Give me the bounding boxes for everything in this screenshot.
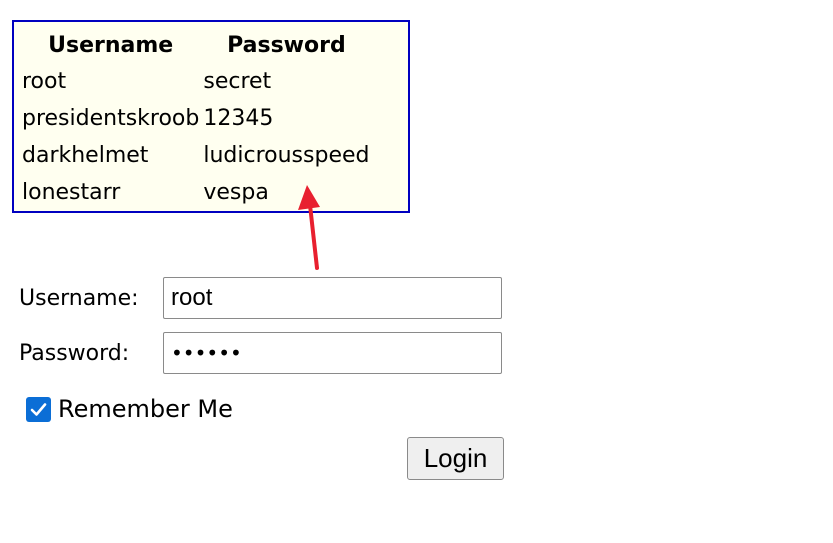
- remember-me-label[interactable]: Remember Me: [58, 394, 233, 424]
- username-input[interactable]: [163, 277, 502, 319]
- cell-password: vespa: [203, 180, 269, 205]
- cell-username: lonestarr: [22, 180, 121, 205]
- password-label: Password:: [19, 341, 130, 366]
- cell-username: root: [22, 69, 67, 94]
- table-row: root secret: [20, 63, 371, 100]
- table-header-row: Username Password: [20, 27, 371, 63]
- login-button[interactable]: Login: [407, 437, 504, 480]
- cell-password: 12345: [203, 106, 274, 131]
- remember-me-checkbox[interactable]: [26, 396, 51, 422]
- credentials-table-panel: Username Password root secret presidents…: [12, 20, 410, 213]
- username-label: Username:: [19, 286, 139, 311]
- cell-username: darkhelmet: [22, 143, 149, 168]
- cell-password: secret: [203, 69, 272, 94]
- checkmark-icon: [30, 402, 47, 416]
- table-row: presidentskroob 12345: [20, 100, 371, 137]
- column-header-username: Username: [48, 32, 174, 58]
- remember-me-row[interactable]: Remember Me: [26, 394, 233, 424]
- password-input[interactable]: [163, 332, 502, 374]
- annotation-arrow-icon: [298, 185, 320, 270]
- column-header-password: Password: [227, 32, 346, 58]
- cell-username: presidentskroob: [22, 106, 200, 131]
- table-row: darkhelmet ludicrousspeed: [20, 137, 371, 174]
- cell-password: ludicrousspeed: [203, 143, 370, 168]
